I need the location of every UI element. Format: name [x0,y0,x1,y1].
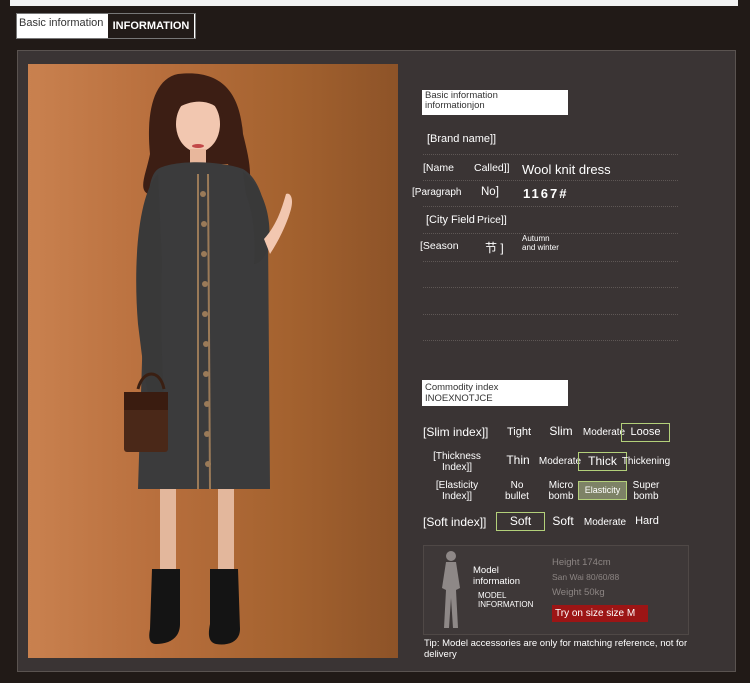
thickness-option-thin: Thin [506,453,530,467]
slim-option-tight: Tight [506,426,532,438]
thickness-option-thickening: Thickening [621,456,671,467]
row-divider [423,154,678,155]
tab-basic-information[interactable]: Basic information [19,17,103,29]
model-title-d: INFORMATION [478,600,534,609]
name-label-b: Called]] [474,162,510,174]
city-label-a: [City Field [426,214,475,226]
top-strip [10,0,738,6]
row-divider [423,180,678,181]
basic-information-header: Basic information informationjon [422,90,568,115]
brand-name-label: [Brand name]] [427,133,497,145]
thickness-index-label: [Thickness Index]] [433,451,481,473]
row-divider [423,261,678,262]
model-title-a: Model [473,565,499,576]
name-label-a: [Name [423,162,454,174]
model-title-c: MODEL [478,591,507,600]
season-label-a: [Season [420,240,459,252]
elasticity-option-no-bullet: No bullet [505,480,529,502]
slim-option-slim: Slim [549,424,573,438]
model-height: Height 174cm [552,557,611,568]
try-on-size-badge: Try on size size M [552,605,648,622]
basic-information-header-line2: informationjon [425,100,485,111]
commodity-index-header: Commodity index INOEXNOTJCE [422,380,568,406]
row-divider [423,314,678,315]
slim-index-label: [Slim index]] [423,425,489,439]
model-wearing-dress-image [124,73,293,645]
season-value: Autumn and winter [522,234,559,252]
elasticity-option-elasticity-selected: Elasticity [578,481,627,500]
paragraph-label-b: No] [481,186,499,198]
row-divider [423,340,678,341]
city-label-b: Price]] [477,214,507,226]
paragraph-label-a: [Paragraph [412,187,462,198]
row-divider [423,206,678,207]
soft-option-soft: Soft [552,514,574,528]
thickness-option-moderate: Moderate [538,456,582,467]
tip-note: Tip: Model accessories are only for matc… [424,638,688,660]
model-title-b: information [473,576,520,587]
name-value: Wool knit dress [522,162,611,177]
model-weight: Weight 50kg [552,587,605,598]
row-divider [423,287,678,288]
season-label-b: 节 ] [485,241,504,255]
soft-index-label: [Soft index]] [423,515,487,529]
paragraph-value: 1167# [523,186,569,201]
tab-information[interactable]: INFORMATION [108,14,194,38]
elasticity-option-micro-bomb: Micro bomb [548,480,574,502]
elasticity-index-label: [Elasticity Index]] [435,480,479,502]
elasticity-option-super-bomb: Super bomb [632,480,660,502]
soft-option-moderate: Moderate [583,517,627,528]
soft-option-soft-selected: Soft [496,512,545,531]
slim-option-loose-selected: Loose [621,423,670,442]
product-photo [28,64,398,658]
model-sanwai: San Wai 80/60/88 [552,572,620,582]
soft-option-hard: Hard [635,515,659,527]
model-silhouette-icon [442,551,460,628]
